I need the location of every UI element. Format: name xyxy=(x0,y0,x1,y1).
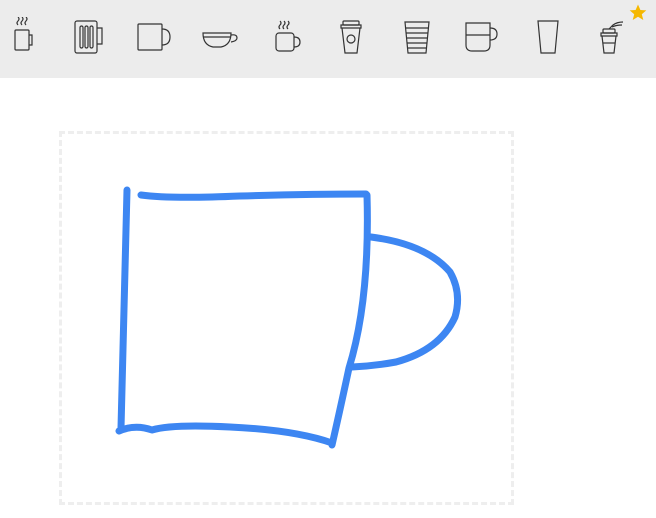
star-icon[interactable] xyxy=(628,3,648,23)
teacup-icon[interactable] xyxy=(197,12,243,62)
hot-coffee-cup-icon[interactable] xyxy=(0,12,46,62)
iced-drink-cup-icon[interactable] xyxy=(586,12,632,62)
app-root xyxy=(0,0,656,518)
takeaway-coffee-cup-icon[interactable] xyxy=(328,12,374,62)
glass-icon[interactable] xyxy=(525,12,571,62)
paper-cup-icon[interactable] xyxy=(394,12,440,62)
drawing-canvas[interactable] xyxy=(59,131,514,505)
beer-mug-icon[interactable] xyxy=(66,12,112,62)
coffee-mug-icon[interactable] xyxy=(131,12,177,62)
icon-toolbar xyxy=(0,0,656,78)
filled-mug-icon[interactable] xyxy=(459,12,505,62)
hot-mug-icon[interactable] xyxy=(263,12,309,62)
